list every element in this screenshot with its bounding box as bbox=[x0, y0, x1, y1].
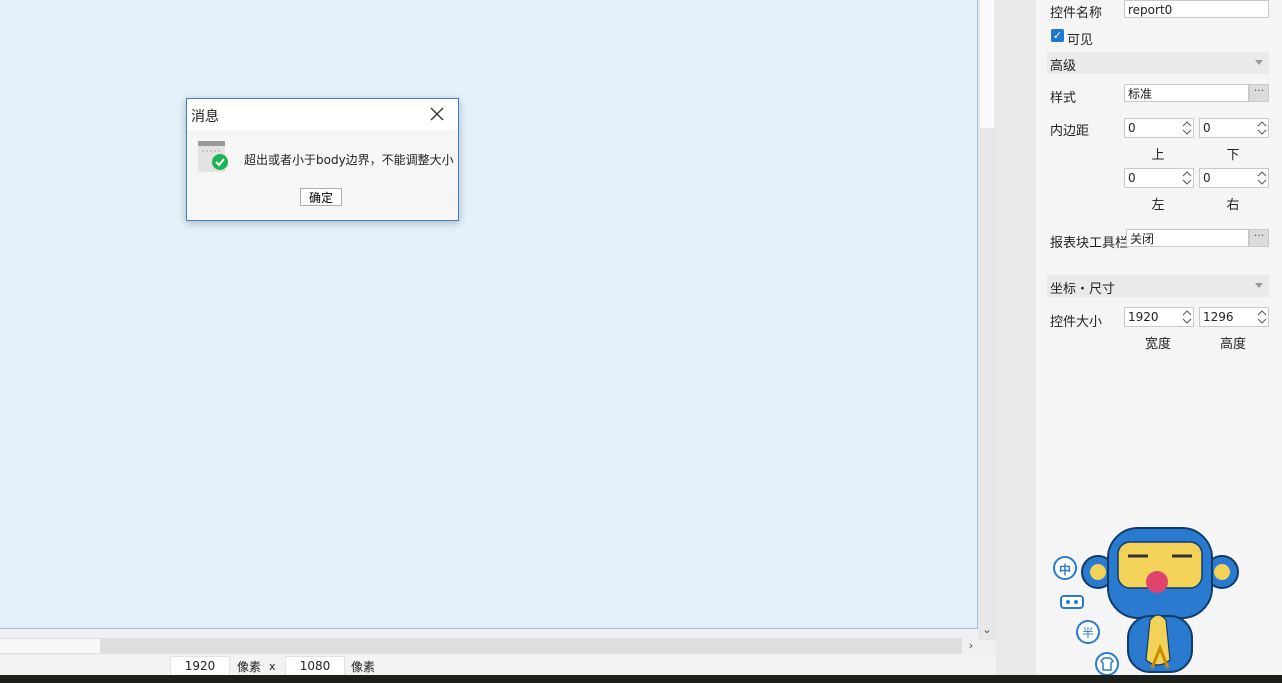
width-unit-label: 像素 bbox=[237, 660, 262, 674]
panel-divider bbox=[996, 0, 1036, 675]
collapse-arrow-icon bbox=[1255, 283, 1263, 288]
visible-checkbox[interactable]: ✓ bbox=[1051, 29, 1064, 42]
success-check-icon bbox=[197, 139, 231, 173]
padding-top-spinner-icon[interactable] bbox=[1180, 118, 1194, 138]
control-width-spinner-icon[interactable] bbox=[1180, 307, 1194, 327]
close-icon[interactable] bbox=[427, 104, 447, 124]
report-toolbar-input[interactable]: 关闭 bbox=[1126, 229, 1249, 247]
padding-bottom-label: 下 bbox=[1226, 148, 1240, 163]
scroll-right-icon[interactable]: › bbox=[963, 638, 979, 654]
canvas-width-input[interactable]: 1920 bbox=[170, 656, 230, 676]
width-label: 宽度 bbox=[1144, 337, 1171, 352]
style-input[interactable]: 标准 bbox=[1124, 84, 1249, 102]
ok-button[interactable]: 确定 bbox=[300, 188, 342, 206]
padding-label: 内边距 bbox=[1050, 124, 1090, 139]
collapse-arrow-icon bbox=[1255, 60, 1263, 65]
report-toolbar-label: 报表块工具栏 bbox=[1050, 236, 1129, 251]
dialog-title: 消息 bbox=[191, 109, 219, 125]
section-advanced[interactable]: 高级 bbox=[1047, 52, 1269, 74]
message-dialog: 消息 超出或者小于body边界，不能调整大小 确定 bbox=[186, 98, 459, 221]
padding-right-label: 右 bbox=[1226, 198, 1240, 213]
control-height-spinner-icon[interactable] bbox=[1255, 307, 1269, 327]
status-bar bbox=[0, 655, 996, 675]
scroll-down-icon[interactable]: ⌄ bbox=[978, 622, 996, 638]
control-name-label: 控件名称 bbox=[1050, 6, 1103, 21]
style-label: 样式 bbox=[1050, 91, 1077, 106]
mascot-badge-zhong[interactable]: 中 bbox=[1057, 561, 1073, 578]
visible-label: 可见 bbox=[1067, 33, 1094, 48]
style-more-button[interactable]: ··· bbox=[1249, 84, 1269, 102]
height-label: 高度 bbox=[1219, 337, 1246, 352]
padding-bottom-spinner-icon[interactable] bbox=[1255, 118, 1269, 138]
padding-right-spinner-icon[interactable] bbox=[1255, 168, 1269, 188]
horizontal-scroll-thumb[interactable] bbox=[0, 639, 100, 653]
vertical-scroll-thumb[interactable] bbox=[980, 0, 994, 128]
mascot-widget[interactable]: 半 中 bbox=[1050, 520, 1250, 676]
padding-left-label: 左 bbox=[1151, 198, 1165, 213]
section-advanced-title: 高级 bbox=[1050, 59, 1077, 74]
horizontal-scrollbar[interactable] bbox=[0, 638, 962, 654]
section-coords-size-title: 坐标・尺寸 bbox=[1050, 282, 1116, 297]
dialog-message: 超出或者小于body边界，不能调整大小 bbox=[244, 153, 454, 167]
control-size-label: 控件大小 bbox=[1050, 315, 1103, 330]
size-separator: x bbox=[269, 660, 276, 673]
canvas-height-input[interactable]: 1080 bbox=[285, 656, 345, 676]
report-toolbar-more-button[interactable]: ··· bbox=[1249, 229, 1269, 247]
padding-left-spinner-icon[interactable] bbox=[1180, 168, 1194, 188]
section-coords-size[interactable]: 坐标・尺寸 bbox=[1047, 275, 1269, 297]
report-canvas[interactable] bbox=[0, 0, 978, 629]
padding-top-label: 上 bbox=[1151, 148, 1165, 163]
svg-text:半: 半 bbox=[1082, 626, 1094, 640]
control-name-input[interactable]: report0 bbox=[1124, 0, 1269, 18]
taskbar bbox=[0, 675, 1282, 683]
dialog-title-bar bbox=[187, 99, 458, 130]
height-unit-label: 像素 bbox=[351, 660, 376, 674]
